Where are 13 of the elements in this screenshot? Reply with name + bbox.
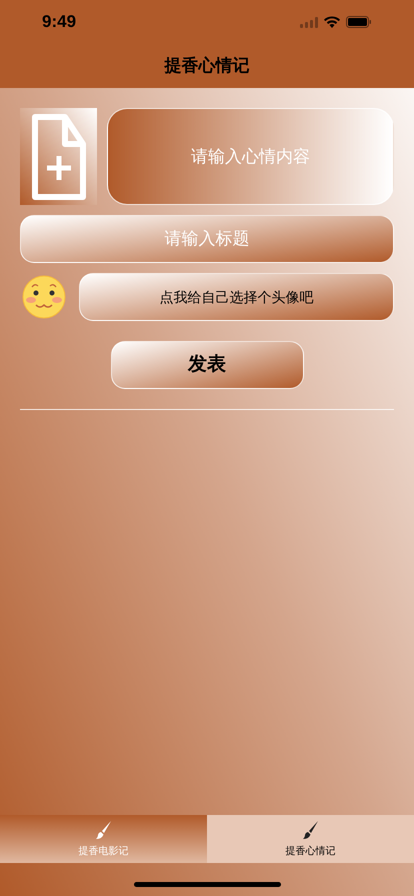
tab-bar-item[interactable]: 提香心情记 bbox=[207, 815, 414, 863]
brush-icon bbox=[302, 820, 320, 840]
battery-icon bbox=[346, 16, 372, 28]
add-file-icon bbox=[32, 114, 86, 200]
nav-title: 提香心情记 bbox=[164, 55, 250, 78]
smiley-avatar-icon[interactable] bbox=[22, 275, 66, 319]
add-image-button[interactable] bbox=[20, 108, 97, 205]
wifi-icon bbox=[324, 16, 340, 28]
status-time: 9:49 bbox=[42, 11, 76, 34]
choose-avatar-button[interactable]: 点我给自己选择个头像吧 bbox=[79, 273, 394, 321]
publish-button[interactable]: 发表 bbox=[110, 341, 304, 389]
signal-icon bbox=[300, 16, 318, 28]
brush-icon bbox=[94, 820, 112, 840]
